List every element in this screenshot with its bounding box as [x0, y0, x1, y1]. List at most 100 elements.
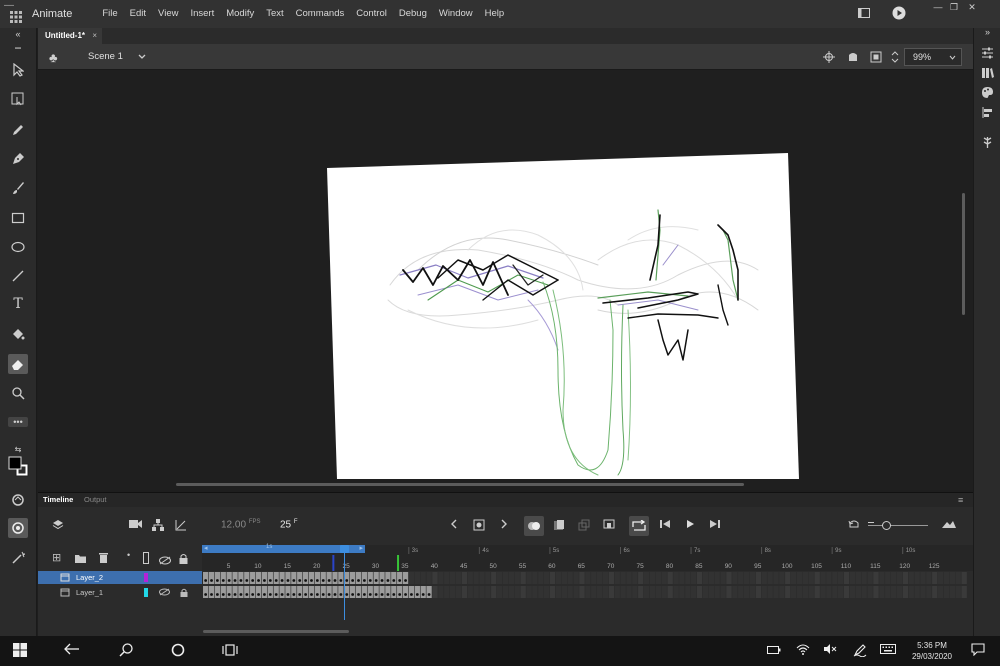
keyframe-cell[interactable]	[250, 586, 256, 598]
empty-frame-cell[interactable]	[408, 572, 415, 584]
new-layer-icon[interactable]: ⊞	[52, 551, 61, 564]
expand-panel-icon[interactable]: »	[979, 24, 996, 41]
empty-frame-cell[interactable]	[614, 586, 620, 598]
keyframe-cell[interactable]	[308, 572, 315, 584]
timeline-zoom-slider[interactable]	[868, 521, 928, 530]
step-forward-icon[interactable]	[707, 519, 723, 533]
empty-frame-cell[interactable]	[449, 586, 456, 598]
keyframe-cell[interactable]	[397, 572, 403, 584]
layer-name[interactable]: Layer_2	[76, 571, 103, 584]
keyframe-cell[interactable]	[402, 586, 409, 598]
empty-frame-cell[interactable]	[449, 572, 456, 584]
empty-frame-cell[interactable]	[491, 572, 497, 584]
empty-frame-cell[interactable]	[632, 572, 638, 584]
layer-name[interactable]: Layer_1	[76, 586, 103, 599]
keyframe-cell[interactable]	[226, 572, 232, 584]
empty-frame-cell[interactable]	[614, 572, 620, 584]
empty-frame-cell[interactable]	[679, 586, 685, 598]
empty-frame-cell[interactable]	[920, 586, 926, 598]
empty-frame-cell[interactable]	[743, 586, 750, 598]
empty-frame-cell[interactable]	[461, 572, 467, 584]
stage-horizontal-scrollbar[interactable]	[176, 483, 744, 486]
empty-frame-cell[interactable]	[685, 572, 691, 584]
empty-frame-cell[interactable]	[943, 586, 950, 598]
stage-vertical-scrollbar[interactable]	[962, 193, 965, 315]
layer-parenting-icon[interactable]	[150, 519, 166, 533]
empty-frame-cell[interactable]	[414, 572, 420, 584]
empty-frame-cell[interactable]	[873, 586, 879, 598]
task-view-icon[interactable]	[222, 643, 238, 659]
empty-frame-cell[interactable]	[955, 586, 961, 598]
empty-frame-cell[interactable]	[785, 572, 791, 584]
empty-frame-cell[interactable]	[920, 572, 926, 584]
tab-timeline[interactable]: Timeline	[43, 493, 73, 507]
eraser-tool-icon[interactable]	[8, 354, 28, 374]
keyframe-cell[interactable]	[203, 586, 209, 598]
empty-frame-cell[interactable]	[544, 586, 550, 598]
empty-frame-cell[interactable]	[691, 572, 697, 584]
empty-frame-cell[interactable]	[561, 586, 567, 598]
volume-muted-icon[interactable]	[822, 643, 838, 659]
keyframe-cell[interactable]	[385, 572, 391, 584]
keyframe-cell[interactable]	[314, 572, 320, 584]
empty-frame-cell[interactable]	[879, 586, 885, 598]
keyframe-cell[interactable]	[308, 586, 315, 598]
empty-frame-cell[interactable]	[638, 572, 644, 584]
window-close-button[interactable]: ✕	[964, 0, 980, 14]
empty-frame-cell[interactable]	[532, 586, 538, 598]
keyframe-cell[interactable]	[320, 572, 326, 584]
empty-frame-cell[interactable]	[726, 586, 732, 598]
empty-frame-cell[interactable]	[832, 586, 838, 598]
empty-frame-cell[interactable]	[514, 572, 520, 584]
empty-frame-cell[interactable]	[914, 572, 920, 584]
layer-row-layer-1[interactable]: Layer_1	[38, 586, 202, 599]
keyframe-cell[interactable]	[326, 572, 332, 584]
step-back-icon[interactable]	[657, 519, 673, 533]
timeline-horizontal-scrollbar[interactable]	[203, 630, 349, 633]
empty-frame-cell[interactable]	[885, 586, 891, 598]
keyframe-cell[interactable]	[238, 586, 244, 598]
text-tool-icon[interactable]: T	[8, 294, 28, 314]
center-stage-icon[interactable]	[823, 51, 835, 63]
camera-icon[interactable]	[127, 519, 143, 533]
current-frame[interactable]: 25 F	[280, 519, 298, 530]
empty-frame-cell[interactable]	[596, 572, 603, 584]
keyframe-cell[interactable]	[214, 586, 221, 598]
empty-frame-cell[interactable]	[620, 586, 626, 598]
empty-frame-cell[interactable]	[749, 586, 756, 598]
hidden-eye-icon[interactable]	[159, 586, 170, 600]
empty-frame-cell[interactable]	[732, 586, 738, 598]
empty-frame-cell[interactable]	[808, 586, 814, 598]
empty-frame-cell[interactable]	[902, 586, 908, 598]
loop-icon[interactable]	[629, 516, 649, 536]
empty-frame-cell[interactable]	[767, 586, 773, 598]
keyframe-cell[interactable]	[203, 572, 209, 584]
keyboard-icon[interactable]	[880, 643, 896, 659]
empty-frame-cell[interactable]	[438, 586, 444, 598]
empty-frame-cell[interactable]	[791, 586, 797, 598]
empty-frame-cell[interactable]	[432, 572, 438, 584]
keyframe-cell[interactable]	[402, 572, 409, 584]
keyframe-cell[interactable]	[338, 572, 344, 584]
windows-start-icon[interactable]	[12, 643, 28, 659]
empty-frame-cell[interactable]	[455, 586, 462, 598]
properties-icon[interactable]	[979, 46, 996, 63]
empty-frame-cell[interactable]	[838, 572, 844, 584]
keyframe-cell[interactable]	[255, 572, 262, 584]
empty-frame-cell[interactable]	[573, 572, 579, 584]
empty-frame-cell[interactable]	[655, 586, 662, 598]
empty-frame-cell[interactable]	[520, 572, 526, 584]
empty-frame-cell[interactable]	[667, 586, 673, 598]
empty-frame-cell[interactable]	[855, 572, 861, 584]
wifi-icon[interactable]	[795, 643, 811, 659]
menu-help[interactable]: Help	[479, 0, 511, 28]
keyframe-cell[interactable]	[214, 572, 221, 584]
keyframe-cell[interactable]	[279, 586, 285, 598]
empty-frame-cell[interactable]	[661, 586, 667, 598]
empty-frame-cell[interactable]	[420, 572, 426, 584]
menu-control[interactable]: Control	[350, 0, 393, 28]
empty-frame-cell[interactable]	[555, 586, 562, 598]
empty-frame-cell[interactable]	[608, 586, 614, 598]
empty-frame-cell[interactable]	[579, 586, 585, 598]
empty-frame-cell[interactable]	[685, 586, 691, 598]
